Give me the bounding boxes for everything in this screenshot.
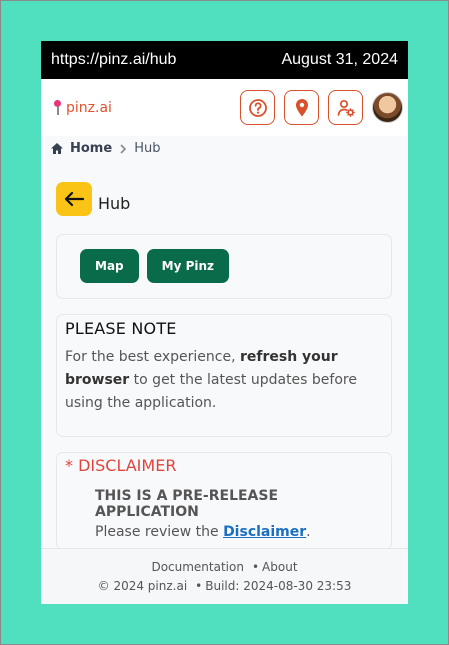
separator-dot: •: [195, 579, 203, 593]
disclaimer-text-start: Please review the: [95, 524, 219, 540]
build-info: Build: 2024-08-30 23:53: [205, 579, 352, 593]
app-header: pinz.ai: [41, 79, 408, 136]
page-title: Hub: [98, 193, 131, 213]
map-button[interactable]: Map: [80, 249, 139, 283]
page-header: Hub: [56, 182, 408, 216]
pushpin-icon: [53, 99, 62, 116]
user-avatar[interactable]: [372, 92, 403, 123]
chevron-right-icon: [120, 143, 127, 154]
my-pinz-button[interactable]: My Pinz: [146, 249, 230, 283]
breadcrumb: Home Hub: [41, 136, 408, 158]
copyright-text: © 2024 pinz.ai: [97, 579, 188, 593]
help-button[interactable]: [240, 90, 275, 125]
about-link[interactable]: About: [262, 560, 297, 574]
disclaimer-text: Please review the Disclaimer.: [95, 524, 383, 540]
location-button[interactable]: [284, 90, 319, 125]
footer: Documentation • About © 2024 pinz.ai • Build…: [41, 548, 408, 604]
breadcrumb-current: Hub: [134, 141, 161, 156]
actions-card: Map My Pinz: [56, 234, 392, 299]
user-settings-button[interactable]: [328, 90, 363, 125]
please-note-card: PLEASE NOTE For the best experience, ref…: [56, 314, 392, 437]
brand-logo[interactable]: pinz.ai: [53, 99, 112, 116]
browser-bar: https://pinz.ai/hub August 31, 2024: [41, 41, 408, 79]
back-button[interactable]: [56, 182, 92, 216]
arrow-left-icon: [64, 191, 85, 207]
separator-dot: •: [251, 560, 260, 574]
phone-viewport: https://pinz.ai/hub August 31, 2024 pinz…: [41, 41, 408, 604]
disclaimer-card: * DISCLAIMER THIS IS A PRE-RELEASE APPLI…: [56, 452, 392, 550]
documentation-link[interactable]: Documentation: [151, 560, 244, 574]
disclaimer-link[interactable]: Disclaimer: [223, 524, 306, 540]
disclaimer-heading: THIS IS A PRE-RELEASE APPLICATION: [95, 488, 279, 520]
date-text: August 31, 2024: [281, 51, 398, 68]
url-text[interactable]: https://pinz.ai/hub: [51, 51, 176, 69]
note-text: For the best experience, refresh your br…: [65, 346, 383, 415]
help-icon: [248, 98, 267, 117]
note-text-start: For the best experience,: [65, 349, 236, 365]
disclaimer-text-end: .: [306, 524, 311, 540]
note-title: PLEASE NOTE: [65, 319, 177, 338]
brand-name: pinz.ai: [66, 99, 112, 116]
user-settings-icon: [337, 99, 355, 117]
location-pin-icon: [295, 98, 308, 116]
breadcrumb-home[interactable]: Home: [70, 141, 112, 156]
home-icon: [51, 143, 63, 154]
disclaimer-title: * DISCLAIMER: [65, 456, 177, 475]
